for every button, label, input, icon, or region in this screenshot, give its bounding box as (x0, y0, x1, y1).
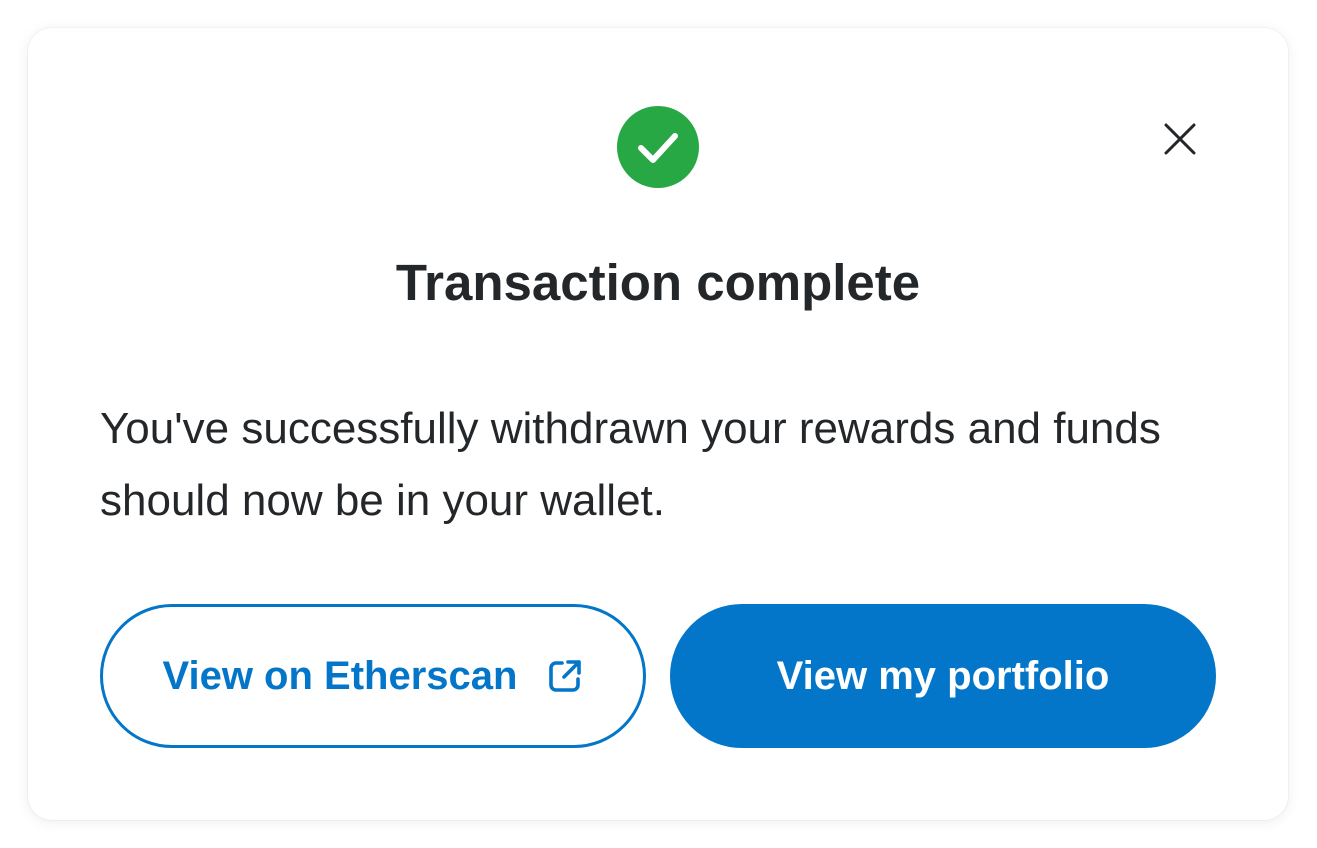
external-link-icon (547, 658, 583, 694)
transaction-complete-modal: Transaction complete You've successfully… (28, 28, 1288, 820)
view-my-portfolio-label: View my portfolio (776, 653, 1110, 698)
view-on-etherscan-button[interactable]: View on Etherscan (100, 604, 646, 748)
view-my-portfolio-button[interactable]: View my portfolio (670, 604, 1216, 748)
modal-message: You've successfully withdrawn your rewar… (100, 404, 1161, 525)
close-button[interactable] (1152, 111, 1208, 167)
close-icon (1164, 123, 1196, 155)
view-on-etherscan-label: View on Etherscan (162, 653, 518, 698)
check-circle-icon-svg (617, 106, 699, 188)
external-link-icon-svg (549, 660, 582, 692)
check-circle-icon (617, 106, 699, 188)
modal-title: Transaction complete (395, 254, 921, 311)
